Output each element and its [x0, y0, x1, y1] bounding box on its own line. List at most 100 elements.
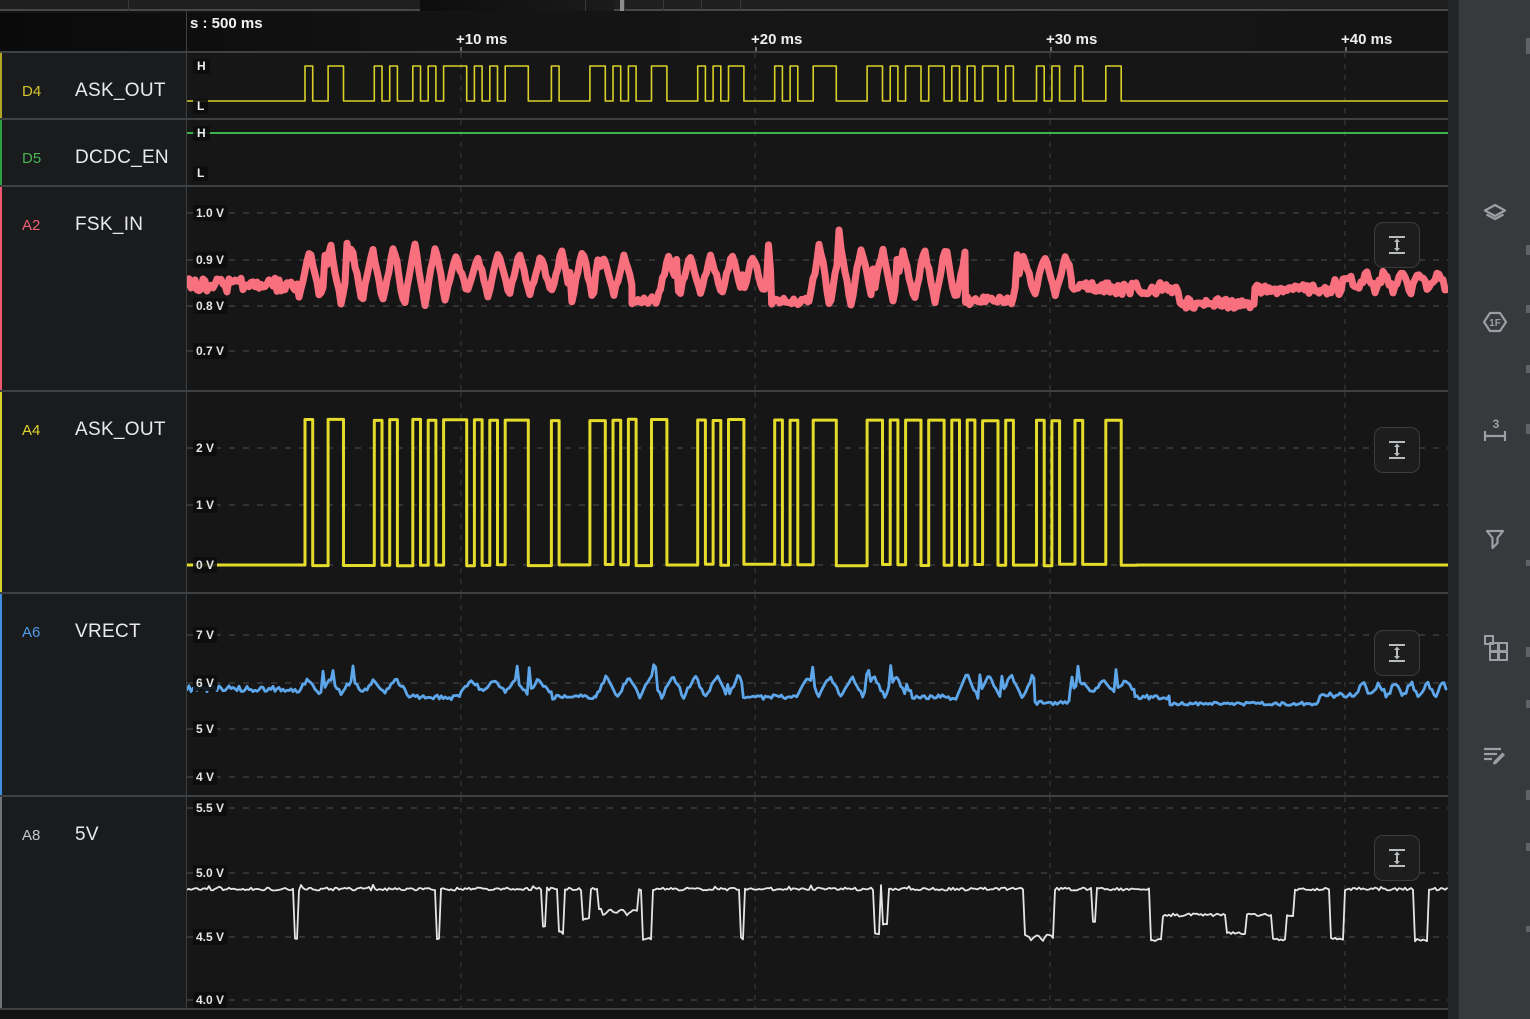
vertical-autoscale-icon [1385, 846, 1409, 870]
clipped-toolbar-icon [1526, 647, 1530, 657]
measurement-icon[interactable]: 3 [1475, 410, 1515, 450]
vertical-autoscale-icon [1385, 233, 1409, 257]
waveform-plot-d5[interactable] [187, 120, 1448, 185]
clipped-toolbar-icon [1526, 790, 1530, 800]
trace-a6 [187, 665, 1446, 706]
autoscale-button-a2[interactable] [1374, 222, 1420, 268]
autoscale-button-a8[interactable] [1374, 835, 1420, 881]
channel-accent-stripe [0, 120, 2, 185]
time-tick-label: +10 ms [456, 31, 507, 48]
voltage-tick-label: 7 V [193, 627, 217, 643]
clipped-toolbar-icon [1526, 365, 1530, 373]
trace-d4 [187, 66, 1448, 101]
waveform-plot-d4[interactable] [187, 53, 1448, 118]
channel-row-a4: A4 ASK_OUT 2 V 1 V 0 V [0, 392, 1448, 592]
low-level-label: L [193, 99, 208, 114]
vertical-autoscale-icon [1385, 438, 1409, 462]
channel-accent-stripe [0, 187, 2, 390]
minimap-segment-divider [740, 0, 741, 11]
voltage-tick-label: 0 V [193, 557, 217, 573]
voltage-tick-label: 4 V [193, 769, 217, 785]
waveform-plot-a4[interactable] [187, 392, 1448, 592]
svg-text:3: 3 [1493, 417, 1500, 431]
autoscale-button-a6[interactable] [1374, 630, 1420, 676]
channel-accent-stripe [0, 797, 2, 1008]
trace-a4 [187, 419, 1448, 566]
channel-name: ASK_OUT [75, 80, 166, 102]
channel-label-panel-a4[interactable]: A4 ASK_OUT [0, 392, 186, 592]
right-sidebar: 1F 3 [1458, 0, 1530, 1019]
extensions-icon[interactable] [1475, 627, 1515, 667]
voltage-tick-label: 1 V [193, 497, 217, 513]
voltage-tick-label: 4.5 V [193, 929, 227, 945]
annotations-icon[interactable] [1475, 735, 1515, 775]
minimap-segment-divider [128, 0, 129, 11]
clipped-toolbar-icon [1526, 926, 1530, 932]
clipped-toolbar-icon [1526, 700, 1530, 708]
clipped-toolbar-icon [1526, 305, 1530, 313]
channel-label-panel-d5[interactable]: D5 DCDC_EN [0, 120, 186, 185]
channel-accent-stripe [0, 53, 2, 118]
vertical-autoscale-icon [1385, 641, 1409, 665]
channel-row-a8: A8 5V 5.5 V 5.0 V 4.5 V 4.0 V [0, 797, 1448, 1008]
minimap-segment-divider [585, 0, 586, 11]
channel-name: VRECT [75, 621, 141, 643]
timeline-minimap[interactable] [0, 0, 1448, 11]
voltage-tick-label: 2 V [193, 440, 217, 456]
channel-name: FSK_IN [75, 214, 143, 236]
time-tick-label: +20 ms [751, 31, 802, 48]
clipped-toolbar-icon [1526, 843, 1530, 851]
channel-label-panel-d4[interactable]: D4 ASK_OUT [0, 53, 186, 118]
channel-row-a6: A6VRECT7 V6 V5 V4 V [0, 594, 1448, 795]
trace-a2 [187, 230, 1447, 308]
low-level-label: L [193, 166, 208, 181]
channel-id: D5 [22, 150, 41, 167]
channel-row-d5: D5 DCDC_EN H L [0, 120, 1448, 185]
minimap-segment-divider [624, 0, 625, 11]
waveform-plot-a8[interactable] [187, 797, 1448, 1008]
divider [186, 11, 187, 1010]
clipped-toolbar-icon [1526, 560, 1530, 566]
channel-row-d4: D4 ASK_OUT H L [0, 53, 1448, 118]
channel-name: DCDC_EN [75, 147, 169, 169]
autoscale-button-a4[interactable] [1374, 427, 1420, 473]
vertical-scrollbar[interactable] [1448, 0, 1458, 1019]
waveform-plot-a2[interactable] [187, 187, 1448, 390]
channel-id: A4 [22, 422, 40, 439]
layers-icon[interactable] [1475, 195, 1515, 235]
filter-icon[interactable] [1475, 519, 1515, 559]
channel-name: ASK_OUT [75, 419, 166, 441]
channel-name: 5V [75, 824, 99, 846]
voltage-tick-label: 0.9 V [193, 252, 227, 268]
channel-label-panel-a2[interactable]: A2FSK_IN [0, 187, 186, 390]
clipped-toolbar-icon [1526, 245, 1530, 255]
channel-accent-stripe [0, 392, 2, 592]
high-level-label: H [193, 126, 210, 141]
clipped-toolbar-icon [1526, 424, 1530, 434]
svg-text:1F: 1F [1489, 318, 1501, 329]
time-axis[interactable]: s : 500 ms +10 ms+20 ms+30 ms+40 ms [0, 13, 1448, 53]
trace-a8 [187, 885, 1447, 942]
channel-row-a2: A2FSK_IN1.0 V0.9 V0.8 V0.7 V [0, 187, 1448, 390]
waveform-plot-a6[interactable] [187, 594, 1448, 795]
voltage-tick-label: 5.0 V [193, 865, 227, 881]
hex-display-icon[interactable]: 1F [1475, 302, 1515, 342]
voltage-tick-label: 4.0 V [193, 992, 227, 1008]
high-level-label: H [193, 59, 210, 74]
bottom-partial-row [0, 1010, 1448, 1019]
channel-id: A8 [22, 827, 40, 844]
logic-analyzer-app: s : 500 ms +10 ms+20 ms+30 ms+40 ms D4AS… [0, 0, 1530, 1019]
voltage-tick-label: 0.7 V [193, 343, 227, 359]
clipped-toolbar-icon [1526, 38, 1530, 54]
time-tick-label: +40 ms [1341, 31, 1392, 48]
voltage-tick-label: 5.5 V [193, 800, 227, 816]
time-tick-label: +30 ms [1046, 31, 1097, 48]
minimap-segment-divider [663, 0, 664, 11]
voltage-tick-label: 1.0 V [193, 205, 227, 221]
voltage-tick-label: 6 V [193, 675, 217, 691]
channel-label-panel-a6[interactable]: A6VRECT [0, 594, 186, 795]
channel-accent-stripe [0, 594, 2, 795]
channel-label-panel-a8[interactable]: A8 5V [0, 797, 186, 1008]
channel-id: D4 [22, 83, 41, 100]
minimap-segment-divider [701, 0, 702, 11]
